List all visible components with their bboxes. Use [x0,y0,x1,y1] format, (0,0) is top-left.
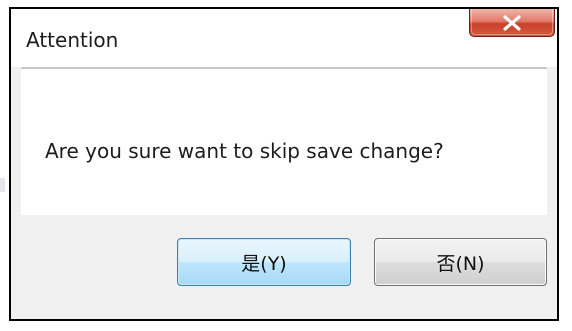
screen: Attention Are you sure want to skip save… [0,0,572,331]
yes-button[interactable]: 是(Y) [177,238,351,286]
background-edge [0,178,5,192]
confirmation-dialog: Attention Are you sure want to skip save… [9,7,559,321]
message-area: Are you sure want to skip save change? [21,67,547,215]
no-button[interactable]: 否(N) [374,238,547,286]
dialog-title: Attention [26,28,119,52]
title-bar: Attention [11,9,557,67]
close-button[interactable] [469,9,555,37]
dialog-message: Are you sure want to skip save change? [45,139,444,163]
close-icon [503,15,521,31]
